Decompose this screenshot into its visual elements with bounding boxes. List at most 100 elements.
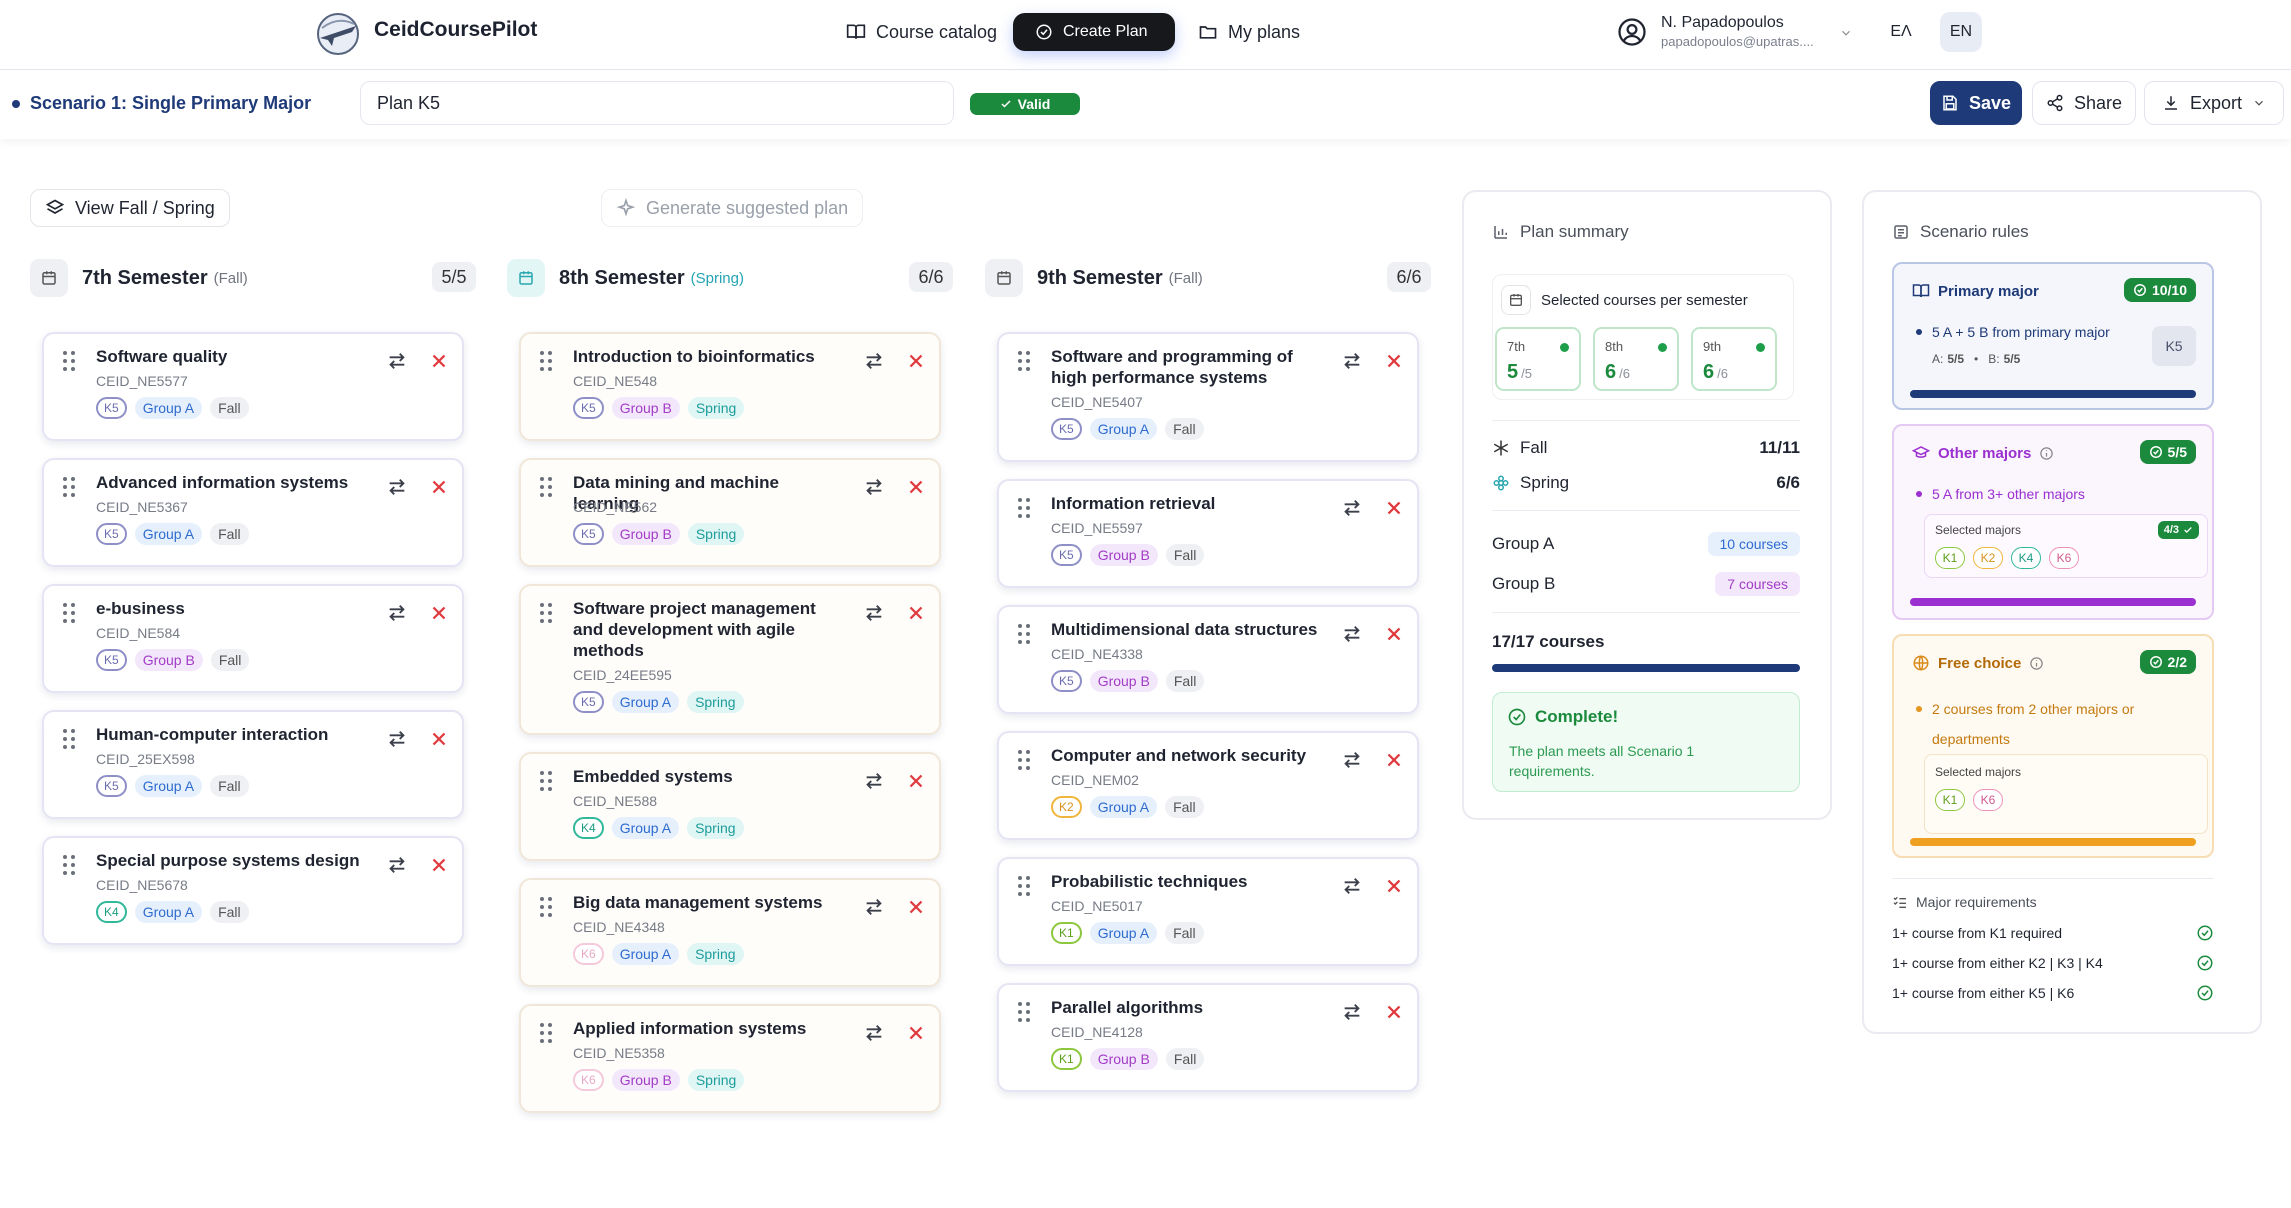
drag-handle-icon[interactable] [1017, 497, 1031, 519]
swap-icon[interactable] [386, 350, 408, 372]
drag-handle-icon[interactable] [62, 350, 76, 372]
nav-create-plan-label: Create Plan [1063, 23, 1148, 40]
semester-count: 5/5 [432, 262, 476, 292]
brand-name[interactable]: CeidCoursePilot [374, 16, 537, 44]
drag-handle-icon[interactable] [1017, 350, 1031, 372]
drag-handle-icon[interactable] [539, 476, 553, 498]
nav-course-catalog[interactable]: Course catalog [846, 13, 997, 51]
drag-handle-icon[interactable] [539, 602, 553, 624]
drag-handle-icon[interactable] [1017, 1001, 1031, 1023]
swap-icon[interactable] [1341, 623, 1363, 645]
other-majors-badge-text: 5/5 [2167, 444, 2187, 460]
drag-handle-icon[interactable] [62, 476, 76, 498]
remove-icon[interactable] [1383, 623, 1405, 645]
course-card[interactable]: Computer and network security CEID_NEM02 K… [997, 731, 1419, 840]
language-el-button[interactable]: ΕΛ [1880, 12, 1922, 52]
swap-icon[interactable] [386, 854, 408, 876]
swap-icon[interactable] [386, 602, 408, 624]
course-card[interactable]: Big data management systems CEID_NE4348 K6… [519, 878, 941, 987]
app-logo-icon[interactable] [312, 8, 364, 60]
semester-title: 7th Semester [82, 266, 208, 289]
export-button[interactable]: Export [2144, 81, 2284, 125]
course-card[interactable]: Introduction to bioinformatics CEID_NE548… [519, 332, 941, 441]
course-card[interactable]: Data mining and machine learning CEID_NE5… [519, 458, 941, 567]
swap-icon[interactable] [863, 896, 885, 918]
remove-icon[interactable] [1383, 1001, 1405, 1023]
swap-icon[interactable] [863, 770, 885, 792]
swap-icon[interactable] [386, 728, 408, 750]
course-card[interactable]: Multidimensional data structures CEID_NE4… [997, 605, 1419, 714]
spring-label: Spring [1520, 473, 1570, 492]
drag-handle-icon[interactable] [62, 728, 76, 750]
semester-mini-card: 8th 6/6 [1593, 327, 1679, 391]
remove-icon[interactable] [905, 602, 927, 624]
drag-handle-icon[interactable] [539, 350, 553, 372]
info-icon[interactable] [2029, 656, 2044, 671]
save-button[interactable]: Save [1930, 81, 2022, 125]
remove-icon[interactable] [1383, 497, 1405, 519]
free-choice-rule[interactable]: Free choice 2/2 2 courses from 2 other m… [1892, 634, 2214, 858]
course-card[interactable]: Advanced information systems CEID_NE5367 K… [42, 458, 464, 567]
remove-icon[interactable] [1383, 350, 1405, 372]
course-tags: K1 Group B Fall [1051, 1048, 1205, 1070]
drag-handle-icon[interactable] [62, 602, 76, 624]
course-card[interactable]: Applied information systems CEID_NE5358 K6… [519, 1004, 941, 1113]
course-card[interactable]: Embedded systems CEID_NE588 K4 Group A Sprin… [519, 752, 941, 861]
swap-icon[interactable] [863, 476, 885, 498]
course-card[interactable]: Human-computer interaction CEID_25EX598 K5… [42, 710, 464, 819]
swap-icon[interactable] [863, 350, 885, 372]
course-card[interactable]: e-business CEID_NE584 K5 Group B Fall [42, 584, 464, 693]
generate-plan-button[interactable]: Generate suggested plan [601, 189, 864, 227]
swap-icon[interactable] [863, 1022, 885, 1044]
nav-my-plans[interactable]: My plans [1198, 13, 1300, 51]
course-card[interactable]: Information retrieval CEID_NE5597 K5 Group … [997, 479, 1419, 588]
bullet-icon [1916, 329, 1922, 335]
scenario-selector[interactable]: Scenario 1: Single Primary Major [12, 93, 311, 114]
user-menu[interactable]: N. Papadopoulos papadopoulos@upatras.... [1611, 8, 1859, 56]
info-icon[interactable] [2039, 446, 2054, 461]
swap-icon[interactable] [1341, 749, 1363, 771]
remove-icon[interactable] [428, 602, 450, 624]
course-card[interactable]: Probabilistic techniques CEID_NE5017 K1 Gro… [997, 857, 1419, 966]
swap-icon[interactable] [1341, 1001, 1363, 1023]
drag-handle-icon[interactable] [539, 896, 553, 918]
remove-icon[interactable] [905, 770, 927, 792]
swap-icon[interactable] [1341, 350, 1363, 372]
semester-title: 8th Semester [559, 266, 685, 289]
swap-icon[interactable] [1341, 875, 1363, 897]
term-tag: Fall [1165, 544, 1205, 566]
remove-icon[interactable] [428, 854, 450, 876]
nav-create-plan[interactable]: Create Plan [1013, 13, 1175, 51]
drag-handle-icon[interactable] [539, 1022, 553, 1044]
swap-icon[interactable] [1341, 497, 1363, 519]
course-title: Parallel algorithms [1051, 998, 1204, 1017]
view-fall-spring-button[interactable]: View Fall / Spring [30, 189, 230, 227]
requirement-text: 1+ course from either K2 | K3 | K4 [1892, 955, 2103, 971]
drag-handle-icon[interactable] [1017, 623, 1031, 645]
swap-icon[interactable] [386, 476, 408, 498]
course-card[interactable]: Software quality CEID_NE5577 K5 Group A Fall [42, 332, 464, 441]
remove-icon[interactable] [1383, 875, 1405, 897]
remove-icon[interactable] [905, 896, 927, 918]
remove-icon[interactable] [1383, 749, 1405, 771]
course-card[interactable]: Special purpose systems design CEID_NE567… [42, 836, 464, 945]
drag-handle-icon[interactable] [1017, 749, 1031, 771]
course-card[interactable]: Software project management and developm… [519, 584, 941, 735]
remove-icon[interactable] [428, 728, 450, 750]
remove-icon[interactable] [905, 1022, 927, 1044]
other-majors-rule[interactable]: Other majors 5/5 5 A from 3+ other major… [1892, 424, 2214, 620]
course-card[interactable]: Parallel algorithms CEID_NE4128 K1 Group B F… [997, 983, 1419, 1092]
course-card[interactable]: Software and programming of high perform… [997, 332, 1419, 462]
remove-icon[interactable] [905, 476, 927, 498]
remove-icon[interactable] [905, 350, 927, 372]
remove-icon[interactable] [428, 350, 450, 372]
drag-handle-icon[interactable] [539, 770, 553, 792]
plan-name-input[interactable]: Plan K5 [360, 81, 954, 125]
primary-major-rule[interactable]: Primary major 10/10 5 A + 5 B from prima… [1892, 262, 2214, 410]
swap-icon[interactable] [863, 602, 885, 624]
drag-handle-icon[interactable] [1017, 875, 1031, 897]
drag-handle-icon[interactable] [62, 854, 76, 876]
share-button[interactable]: Share [2032, 81, 2136, 125]
remove-icon[interactable] [428, 476, 450, 498]
language-en-button[interactable]: EN [1940, 12, 1982, 52]
